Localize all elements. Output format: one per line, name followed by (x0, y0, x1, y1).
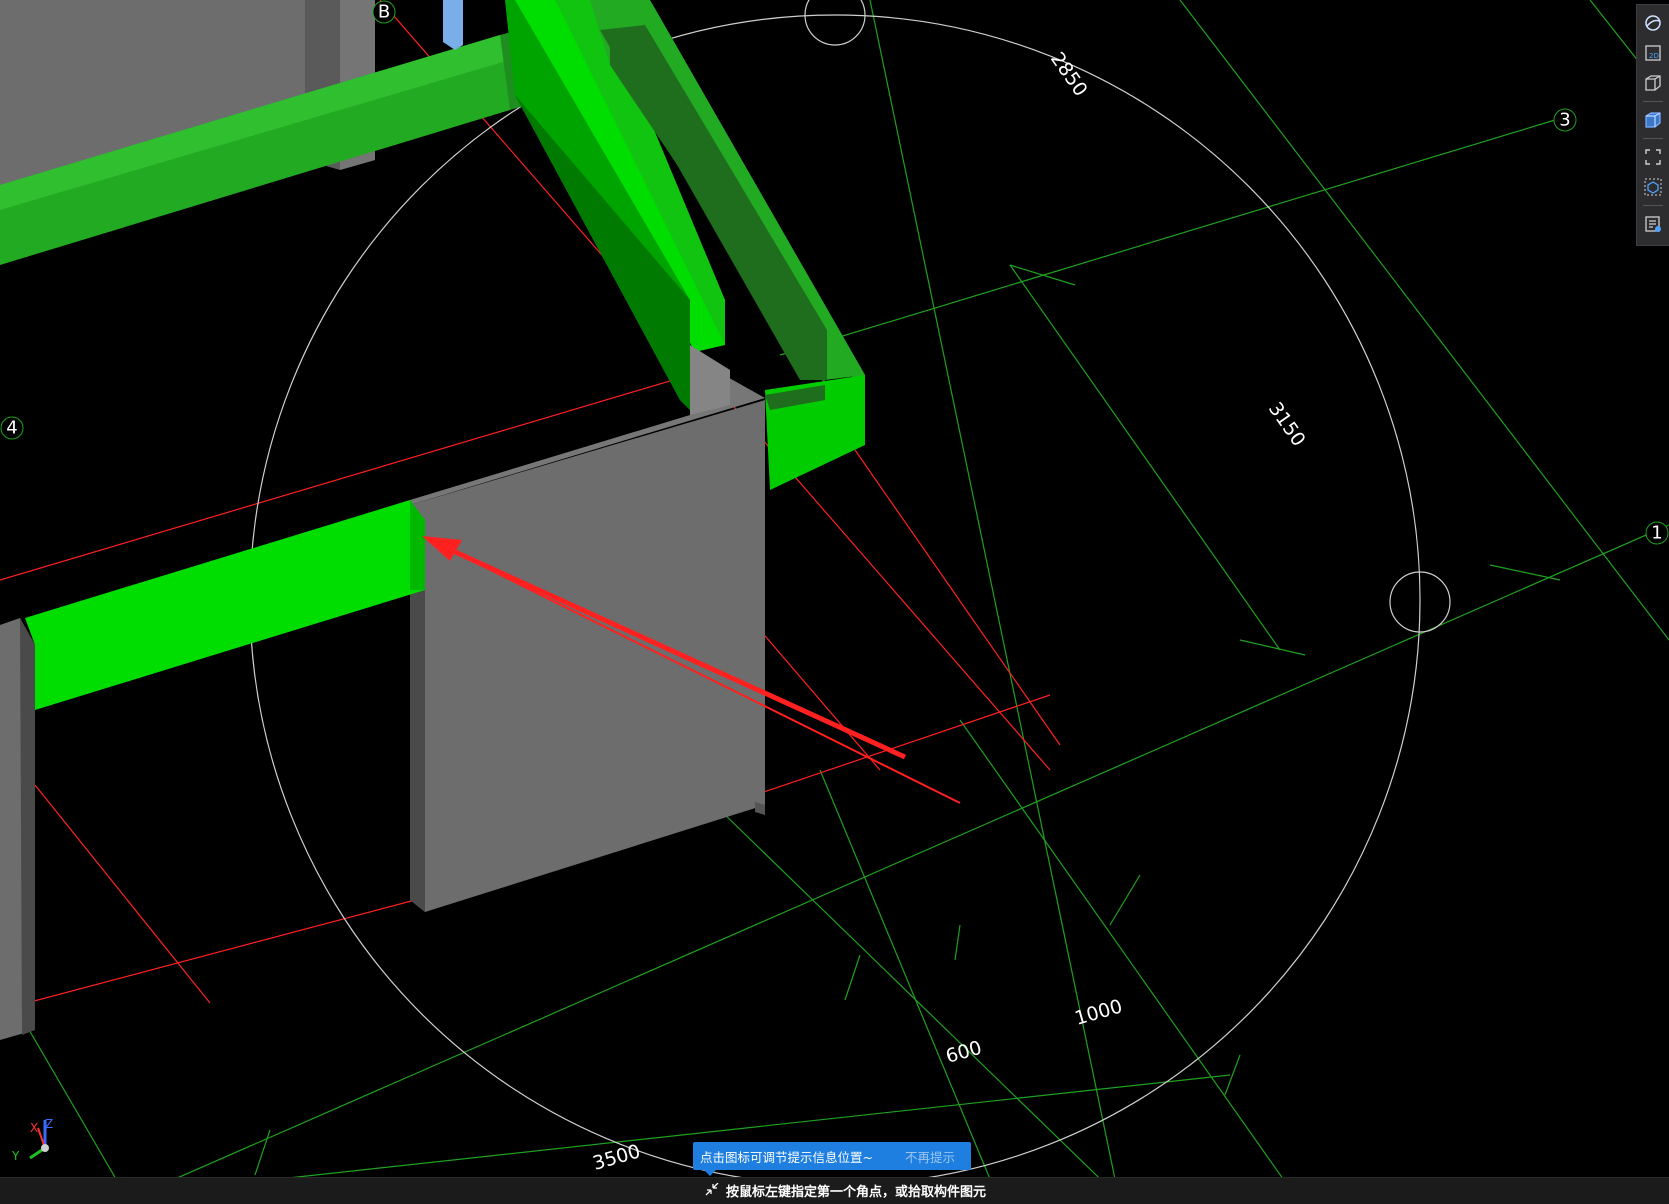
hint-message: 点击图标可调节提示信息位置~ (700, 1149, 873, 1165)
hint-tooltip-pointer (704, 1170, 716, 1176)
3d-box-icon[interactable] (1641, 71, 1665, 95)
zoom-extents-icon[interactable] (1641, 145, 1665, 169)
command-prompt: 按鼠标左键指定第一个角点，或拾取构件图元 (704, 1180, 986, 1200)
3d-box-active-icon[interactable] (1641, 108, 1665, 132)
toolbar-separator (1643, 138, 1663, 139)
wall-main[interactable] (410, 345, 765, 912)
svg-text:2D: 2D (1649, 52, 1659, 60)
dimension-600: 600 (943, 1037, 984, 1068)
axis-label-1: 1 (1651, 523, 1662, 544)
toolbar-separator (1643, 205, 1663, 206)
dismiss-hint-button[interactable]: 不再提示 (905, 1147, 955, 1166)
hint-tooltip[interactable]: 点击图标可调节提示信息位置~ 不再提示 (693, 1142, 971, 1170)
cursor-pick-icon (705, 1183, 719, 1196)
wall-left[interactable] (0, 618, 35, 1040)
select-3d-icon[interactable] (1641, 175, 1665, 199)
orbit-icon[interactable] (1641, 11, 1665, 35)
column-blue[interactable] (443, 0, 463, 50)
axis-label-4: 4 (6, 418, 17, 439)
dimension-1000: 1000 (1072, 995, 1125, 1029)
coordinate-triad: X Z Y (11, 1117, 53, 1163)
triad-x-label: X (30, 1121, 38, 1135)
view-toolbar: 2D (1636, 4, 1669, 246)
dimension-3500: 3500 (590, 1140, 643, 1174)
triad-y-label: Y (11, 1149, 20, 1163)
properties-icon[interactable] (1641, 212, 1665, 236)
dimension-2850: 2850 (1046, 48, 1092, 100)
3d-model-viewport[interactable]: B 3 4 1 F D C B A 2850 3150 1000 600 350… (0, 0, 1669, 1203)
2d-view-icon[interactable]: 2D (1641, 41, 1665, 65)
beam-selected[interactable] (25, 500, 425, 710)
toolbar-separator (1643, 101, 1663, 102)
axis-label-3: 3 (1559, 110, 1570, 131)
dimension-3150: 3150 (1264, 398, 1310, 450)
command-prompt-text: 按鼠标左键指定第一个角点，或拾取构件图元 (726, 1184, 987, 1200)
axis-label-b-top: B (378, 2, 390, 23)
triad-z-label: Z (45, 1117, 53, 1131)
